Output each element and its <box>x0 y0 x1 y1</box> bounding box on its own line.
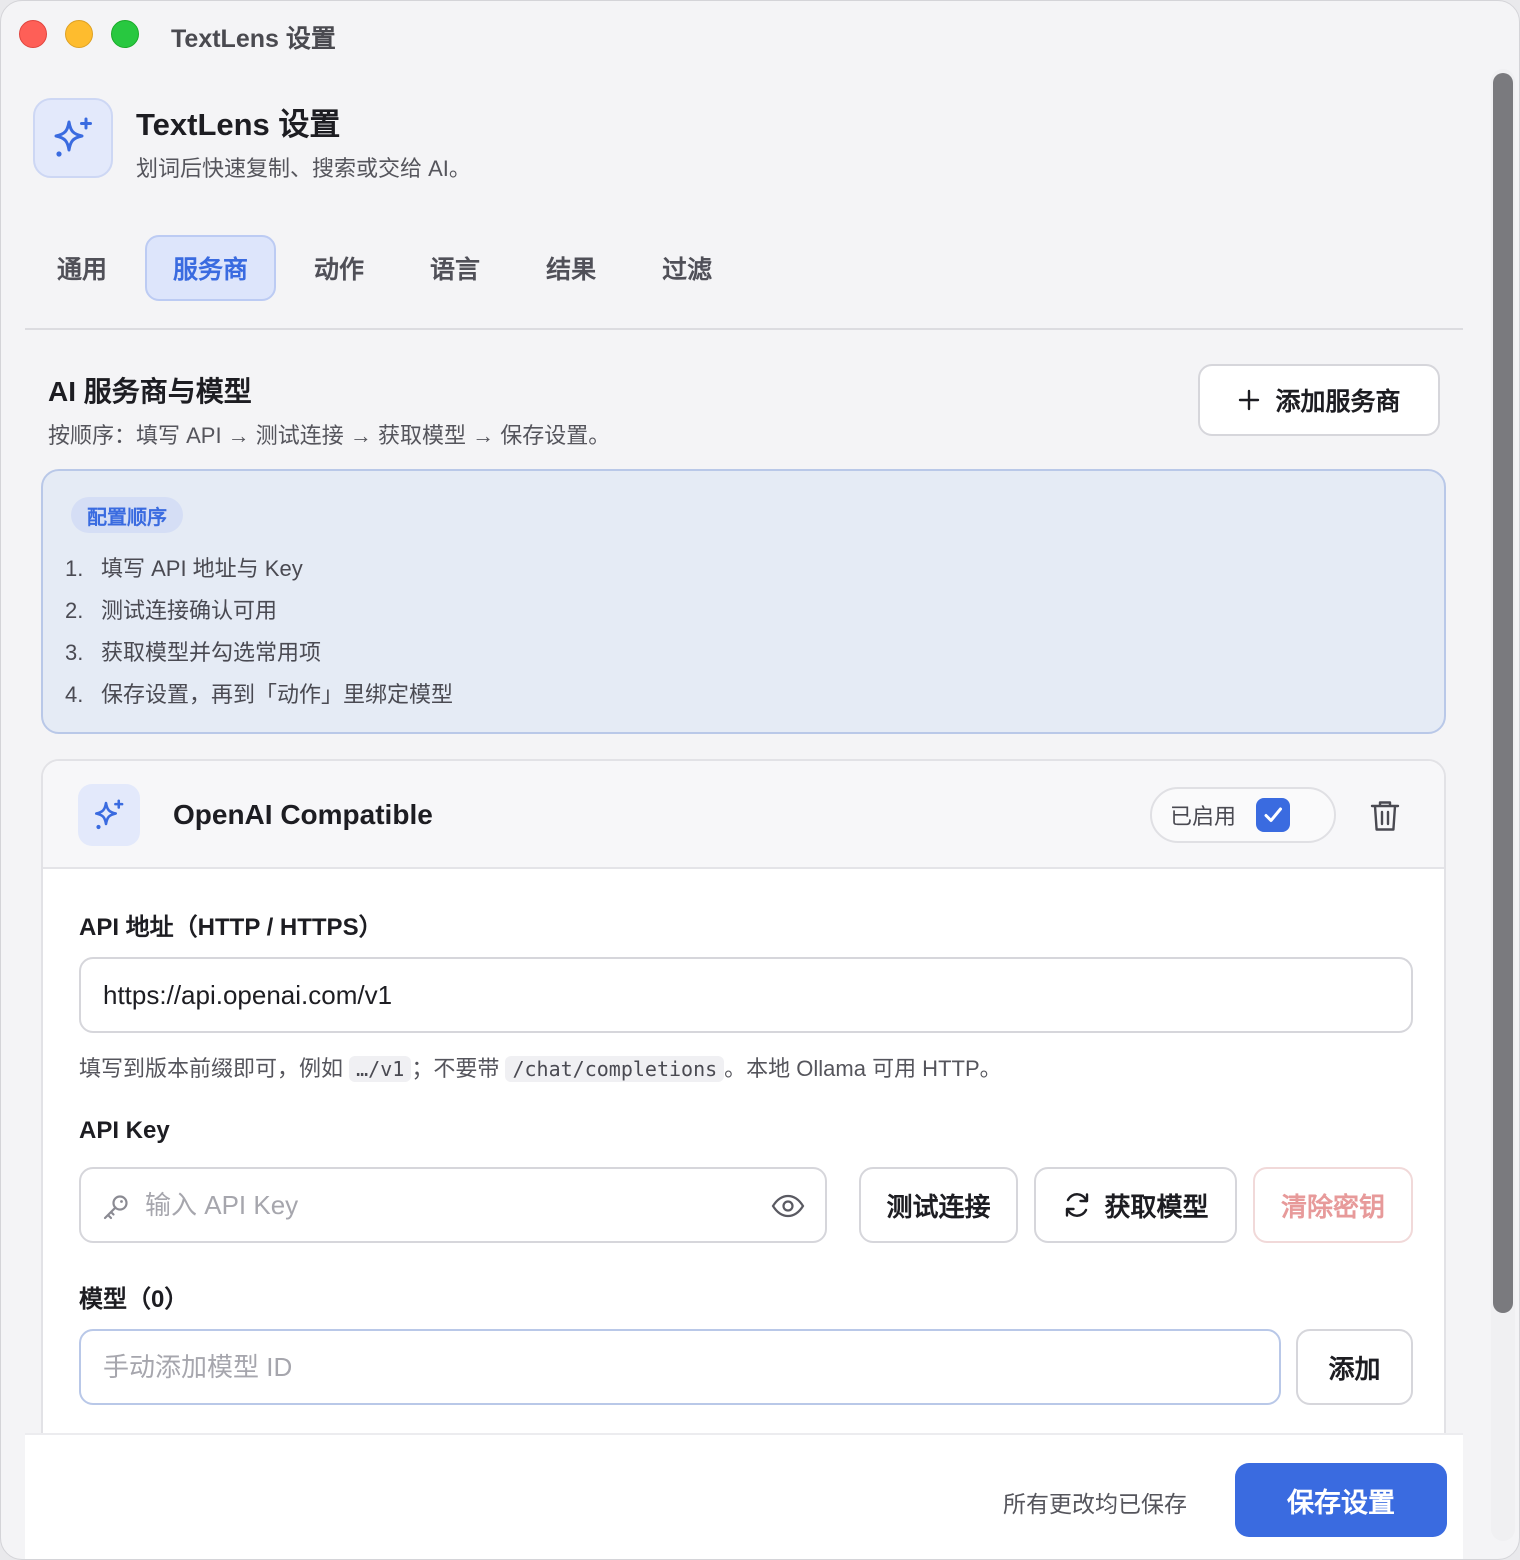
config-order-badge: 配置顺序 <box>71 497 183 533</box>
add-provider-button[interactable]: 添加服务商 <box>1198 364 1440 436</box>
eye-icon[interactable] <box>771 1193 805 1219</box>
scrollbar-track[interactable] <box>1491 69 1515 1541</box>
models-label: 模型（0） <box>79 1286 189 1313</box>
fetch-models-button[interactable]: 获取模型 <box>1034 1167 1237 1243</box>
key-icon <box>103 1195 128 1220</box>
provider-name: OpenAI Compatible <box>173 799 433 830</box>
api-key-label: API Key <box>79 1117 170 1144</box>
config-order-panel: 配置顺序 1. 填写 API 地址与 Key 2. 测试连接确认可用 3. 获取模型并… <box>41 469 1446 734</box>
info-step: 1. 填写 API 地址与 Key <box>65 556 303 581</box>
check-icon <box>1264 807 1282 822</box>
close-window-button[interactable] <box>19 20 47 48</box>
app-subtitle: 划词后快速复制、搜索或交给 AI。 <box>136 156 471 181</box>
add-provider-label: 添加服务商 <box>1275 388 1401 416</box>
trash-icon[interactable] <box>1369 799 1401 833</box>
titlebar: TextLens 设置 <box>1 1 1519 67</box>
tab-bar: 通用 服务商 动作 语言 结果 过滤 <box>29 235 750 301</box>
section-title: AI 服务商与模型 <box>48 376 252 407</box>
tab-actions[interactable]: 动作 <box>286 235 392 301</box>
api-key-input[interactable] <box>145 1169 745 1241</box>
tab-providers[interactable]: 服务商 <box>145 235 277 301</box>
minimize-window-button[interactable] <box>65 20 93 48</box>
enabled-checkbox[interactable] <box>1256 798 1290 832</box>
clear-key-button[interactable]: 清除密钥 <box>1253 1167 1413 1243</box>
tab-results[interactable]: 结果 <box>518 235 624 301</box>
test-connection-button[interactable]: 测试连接 <box>859 1167 1018 1243</box>
section-subtitle: 按顺序：填写 API → 测试连接 → 获取模型 → 保存设置。 <box>48 423 611 448</box>
api-url-hint: 填写到版本前缀即可，例如 …/v1 ；不要带 /chat/completions。… <box>79 1056 1002 1082</box>
sparkle-icon <box>78 784 140 846</box>
plus-icon <box>1239 389 1260 411</box>
sparkle-icon <box>33 98 113 178</box>
app-title: TextLens 设置 <box>136 107 341 142</box>
zoom-window-button[interactable] <box>111 20 139 48</box>
enabled-toggle[interactable]: 已启用 <box>1150 787 1336 843</box>
footer-bar: 所有更改均已保存 保存设置 <box>25 1433 1463 1559</box>
save-settings-button[interactable]: 保存设置 <box>1235 1463 1447 1537</box>
info-step: 2. 测试连接确认可用 <box>65 598 278 623</box>
save-status: 所有更改均已保存 <box>1003 1491 1187 1517</box>
provider-header: OpenAI Compatible 已启用 <box>43 761 1444 869</box>
tab-language[interactable]: 语言 <box>402 235 508 301</box>
refresh-icon <box>1066 1193 1089 1217</box>
enabled-label: 已启用 <box>1170 804 1237 829</box>
model-id-input[interactable] <box>79 1329 1281 1405</box>
fetch-models-label: 获取模型 <box>1104 1191 1209 1222</box>
tab-filter[interactable]: 过滤 <box>634 235 740 301</box>
window-title: TextLens 设置 <box>171 25 336 53</box>
info-step: 3. 获取模型并勾选常用项 <box>65 640 322 665</box>
tabs-divider <box>25 328 1463 330</box>
scrollbar-thumb[interactable] <box>1493 73 1513 1313</box>
api-url-label: API 地址（HTTP / HTTPS） <box>79 914 383 941</box>
api-key-field <box>79 1167 827 1243</box>
add-model-button[interactable]: 添加 <box>1296 1329 1413 1405</box>
info-step: 4. 保存设置，再到「动作」里绑定模型 <box>65 682 454 707</box>
tab-general[interactable]: 通用 <box>29 235 135 301</box>
settings-window: TextLens 设置 TextLens 设置 划词后快速复制、搜索或交给 AI… <box>0 0 1520 1560</box>
api-url-input[interactable] <box>79 957 1413 1033</box>
